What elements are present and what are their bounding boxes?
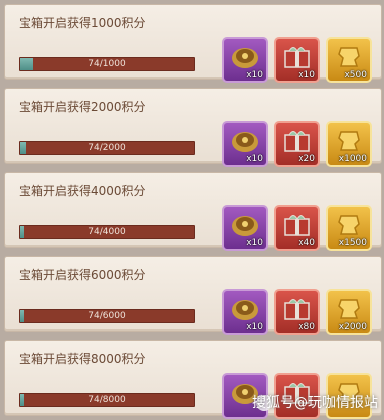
- card-title: 宝箱开启获得2000积分: [19, 100, 146, 114]
- reward-slot-chest[interactable]: x10: [222, 37, 268, 83]
- progress-bar: 74/8000: [19, 393, 195, 407]
- card-title: 宝箱开启获得6000积分: [19, 268, 146, 282]
- progress-bar: 74/4000: [19, 225, 195, 239]
- reward-slot-chest[interactable]: x10: [222, 205, 268, 251]
- reward-count: x40: [298, 238, 315, 248]
- treasure-chest-icon: [232, 300, 258, 320]
- reward-slot-chest[interactable]: x10: [222, 121, 268, 167]
- reward-count: x1500: [338, 238, 367, 248]
- progress-text: 74/4000: [88, 227, 126, 237]
- reward-count: x500: [344, 70, 367, 80]
- reward-count: x80: [298, 322, 315, 332]
- treasure-chest-icon: [232, 48, 258, 68]
- reward-count: x10: [298, 70, 315, 80]
- reward-slot-ingot[interactable]: x1000: [326, 121, 372, 167]
- card-title: 宝箱开启获得8000积分: [19, 352, 146, 366]
- reward-card: 宝箱开启获得4000积分 74/4000 x10 x40 x1500: [4, 172, 382, 251]
- reward-card: 宝箱开启获得6000积分 74/6000 x10 x80 x2000: [4, 256, 382, 335]
- reward-slot-ingot[interactable]: x1500: [326, 205, 372, 251]
- reward-slot-chest[interactable]: x10: [222, 289, 268, 335]
- gift-box-icon: [284, 131, 310, 152]
- reward-slot-gift[interactable]: x20: [274, 121, 320, 167]
- progress-text: 74/1000: [88, 59, 126, 69]
- reward-card: 宝箱开启获得1000积分 74/1000 x10 x10 x500: [4, 4, 382, 83]
- watermark-text: 搜狐号@玩咖情报站: [252, 395, 378, 411]
- progress-text: 74/8000: [88, 395, 126, 405]
- gold-ingot-icon: [338, 47, 360, 67]
- treasure-chest-icon: [232, 132, 258, 152]
- card-title: 宝箱开启获得1000积分: [19, 16, 146, 30]
- reward-slot-gift[interactable]: x10: [274, 37, 320, 83]
- reward-slot-gift[interactable]: x80: [274, 289, 320, 335]
- reward-card: 宝箱开启获得2000积分 74/2000 x10 x20 x1000: [4, 88, 382, 167]
- progress-text: 74/6000: [88, 311, 126, 321]
- gold-ingot-icon: [338, 299, 360, 319]
- reward-count: x20: [298, 154, 315, 164]
- reward-count: x10: [246, 70, 263, 80]
- reward-slot-ingot[interactable]: x500: [326, 37, 372, 83]
- gift-box-icon: [284, 215, 310, 236]
- reward-count: x1000: [338, 154, 367, 164]
- reward-slot-ingot[interactable]: x2000: [326, 289, 372, 335]
- gold-ingot-icon: [338, 131, 360, 151]
- gold-ingot-icon: [338, 215, 360, 235]
- treasure-chest-icon: [232, 216, 258, 236]
- progress-bar: 74/6000: [19, 309, 195, 323]
- reward-count: x10: [246, 322, 263, 332]
- gift-box-icon: [284, 299, 310, 320]
- progress-bar: 74/1000: [19, 57, 195, 71]
- progress-bar: 74/2000: [19, 141, 195, 155]
- reward-count: x10: [246, 154, 263, 164]
- progress-text: 74/2000: [88, 143, 126, 153]
- card-title: 宝箱开启获得4000积分: [19, 184, 146, 198]
- reward-count: x10: [246, 238, 263, 248]
- reward-slot-gift[interactable]: x40: [274, 205, 320, 251]
- reward-count: x2000: [338, 322, 367, 332]
- gift-box-icon: [284, 47, 310, 68]
